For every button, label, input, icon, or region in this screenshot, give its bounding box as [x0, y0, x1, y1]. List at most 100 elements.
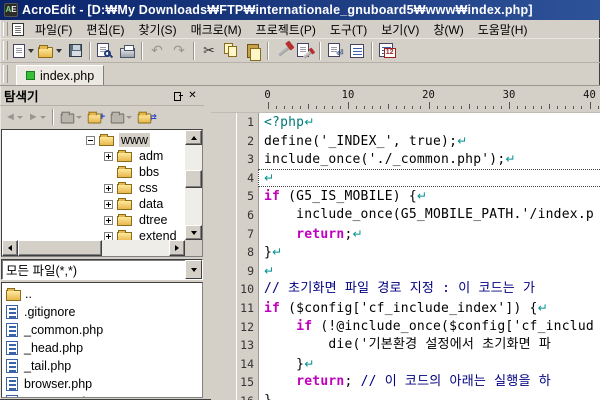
expand-expander-icon[interactable]	[104, 232, 113, 241]
file-item-dot[interactable]: ..	[2, 285, 202, 303]
undo-button[interactable]: ↶	[146, 40, 168, 62]
line-text[interactable]: include_once(G5_MOBILE_PATH.'/index.p	[258, 206, 600, 225]
line-text[interactable]: die('기본환경 설정에서 초기화면 파	[258, 336, 600, 355]
tree-item-www[interactable]: www	[2, 132, 185, 148]
tree-item-extend[interactable]: extend	[2, 228, 185, 240]
code-line-2[interactable]: 2define('_INDEX_', true);↵	[211, 132, 600, 151]
code-line-8[interactable]: 8}↵	[211, 243, 600, 262]
menu-item-파일F[interactable]: 파일(F)	[28, 21, 79, 39]
chevron-down-icon[interactable]	[56, 49, 62, 53]
goto-line-button[interactable]: 12	[376, 40, 398, 62]
line-text[interactable]: if (G5_IS_MOBILE) {↵	[258, 187, 600, 206]
forward-button[interactable]: ►	[26, 107, 48, 127]
tree-item-dtree[interactable]: dtree	[2, 212, 185, 228]
code-line-3[interactable]: 3include_once('./_common.php');↵	[211, 150, 600, 169]
bookmark-gutter[interactable]	[211, 187, 237, 206]
paste-button[interactable]	[242, 40, 264, 62]
bookmark-gutter[interactable]	[211, 262, 237, 281]
current-line-text[interactable]: ↵	[258, 169, 600, 188]
tree-item-adm[interactable]: adm	[2, 148, 185, 164]
pin-panel-button[interactable]	[170, 89, 185, 103]
bookmark-gutter[interactable]	[211, 336, 237, 355]
refresh-folder-button[interactable]: ⇄	[135, 107, 159, 127]
menu-item-보기V[interactable]: 보기(V)	[374, 21, 426, 39]
folder-view-button[interactable]	[108, 107, 134, 127]
redo-button[interactable]: ↷	[168, 40, 190, 62]
child-window-icon[interactable]	[12, 23, 24, 36]
line-text[interactable]: // 초기화면 파일 경로 지정 : 이 코드는 가	[258, 280, 600, 299]
chevron-down-icon[interactable]	[126, 116, 132, 119]
line-text[interactable]: }	[258, 392, 600, 400]
title-bar[interactable]: AE AcroEdit - [D:₩My Downloads₩FTP₩inter…	[0, 0, 600, 20]
new-button[interactable]	[11, 40, 36, 62]
scroll-left-button[interactable]	[2, 240, 18, 256]
scroll-right-button[interactable]	[169, 240, 185, 256]
code-line-5[interactable]: 5if (G5_IS_MOBILE) {↵	[211, 187, 600, 206]
code-line-11[interactable]: 11if ($config['cf_include_index']) {↵	[211, 299, 600, 318]
code-line-10[interactable]: 10// 초기화면 파일 경로 지정 : 이 코드는 가	[211, 280, 600, 299]
menu-item-찾기S[interactable]: 찾기(S)	[131, 21, 183, 39]
file-item-common.php[interactable]: common.php	[2, 393, 202, 398]
toolbar-grip[interactable]	[3, 41, 8, 59]
line-text[interactable]: <?php↵	[258, 113, 600, 132]
line-text[interactable]: return; // 이 코드의 아래는 실행을 하	[258, 373, 600, 392]
code-line-12[interactable]: 12 if (!@include_once($config['cf_includ	[211, 318, 600, 337]
chevron-down-icon[interactable]	[40, 116, 46, 119]
code-line-13[interactable]: 13 die('기본환경 설정에서 초기화면 파	[211, 336, 600, 355]
find-button[interactable]	[272, 40, 294, 62]
bookmark-gutter[interactable]	[211, 225, 237, 244]
panel-splitter[interactable]	[204, 86, 211, 400]
file-item-_tail.php[interactable]: _tail.php	[2, 357, 202, 375]
bookmark-gutter[interactable]	[211, 299, 237, 318]
tree-horizontal-scrollbar[interactable]	[2, 240, 185, 256]
file-item-_head.php[interactable]: _head.php	[2, 339, 202, 357]
file-filter-combo[interactable]: 모든 파일(*,*)	[1, 259, 203, 280]
bookmark-gutter[interactable]	[211, 132, 237, 151]
bookmark-gutter[interactable]	[211, 206, 237, 225]
menu-item-창W[interactable]: 창(W)	[426, 21, 470, 39]
menu-item-편집E[interactable]: 편집(E)	[79, 21, 131, 39]
line-text[interactable]: return;↵	[258, 225, 600, 244]
file-item-_common.php[interactable]: _common.php	[2, 321, 202, 339]
menu-item-도구T[interactable]: 도구(T)	[323, 21, 374, 39]
code-line-1[interactable]: 1<?php↵	[211, 113, 600, 132]
line-text[interactable]: define('_INDEX_', true);↵	[258, 132, 600, 151]
bookmark-gutter[interactable]	[211, 280, 237, 299]
bookmark-gutter[interactable]	[211, 318, 237, 337]
code-editor[interactable]: 010203040 1<?php↵2define('_INDEX_', true…	[211, 86, 600, 400]
line-text[interactable]: if ($config['cf_include_index']) {↵	[258, 299, 600, 318]
find-in-file-button[interactable]	[294, 40, 316, 62]
tree-item-bbs[interactable]: bbs	[2, 164, 185, 180]
collapse-expander-icon[interactable]	[86, 136, 95, 145]
code-line-16[interactable]: 16}	[211, 392, 600, 400]
line-text[interactable]: }↵	[258, 243, 600, 262]
code-line-15[interactable]: 15 return; // 이 코드의 아래는 실행을 하	[211, 373, 600, 392]
bookmark-gutter[interactable]	[211, 355, 237, 374]
line-text[interactable]: include_once('./_common.php');↵	[258, 150, 600, 169]
scroll-up-button[interactable]	[185, 130, 202, 145]
expand-expander-icon[interactable]	[104, 200, 113, 209]
tabbar-grip[interactable]	[3, 65, 8, 83]
file-item-browser.php[interactable]: browser.php	[2, 375, 202, 393]
tree-hscroll-thumb[interactable]	[18, 240, 102, 256]
bookmark-gutter[interactable]	[211, 243, 237, 262]
code-line-6[interactable]: 6 include_once(G5_MOBILE_PATH.'/index.p	[211, 206, 600, 225]
menu-item-매크로M[interactable]: 매크로(M)	[184, 21, 249, 39]
back-button[interactable]: ◄	[3, 107, 25, 127]
code-line-7[interactable]: 7 return;↵	[211, 225, 600, 244]
close-panel-button[interactable]: ✕	[185, 89, 200, 103]
bookmark-gutter[interactable]	[211, 150, 237, 169]
file-item-dotgitignore[interactable]: .gitignore	[2, 303, 202, 321]
tree-vertical-scrollbar[interactable]	[185, 130, 202, 240]
line-text[interactable]: ↵	[258, 262, 600, 281]
code-line-9[interactable]: 9↵	[211, 262, 600, 281]
cut-button[interactable]: ✂	[198, 40, 220, 62]
folder-up-button[interactable]	[58, 107, 84, 127]
tree-item-data[interactable]: data	[2, 196, 185, 212]
chevron-down-icon[interactable]	[17, 116, 23, 119]
tree-vscroll-thumb[interactable]	[185, 170, 202, 188]
combo-dropdown-button[interactable]	[185, 260, 202, 279]
replace-button[interactable]: ⏎	[324, 40, 346, 62]
expand-expander-icon[interactable]	[104, 152, 113, 161]
expand-expander-icon[interactable]	[104, 184, 113, 193]
